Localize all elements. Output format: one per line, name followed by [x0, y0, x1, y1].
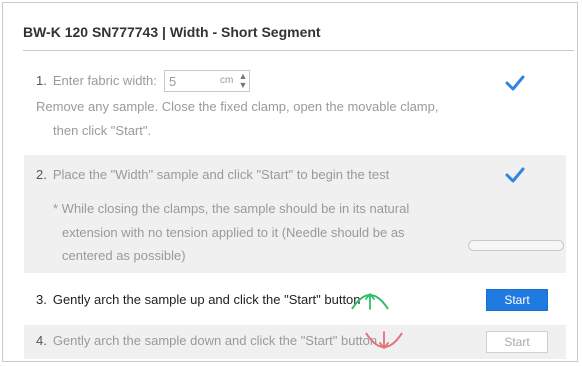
arch-down-icon — [365, 331, 403, 349]
step-number: 1. — [36, 73, 47, 88]
step-1: 1. Enter fabric width: cm ▲ ▼ Remove any … — [24, 65, 566, 147]
start-button-step-3[interactable]: Start — [486, 289, 548, 311]
dialog-window: BW-K 120 SN777743 | Width - Short Segmen… — [2, 2, 578, 362]
step-1-line-1: 1. Enter fabric width: — [36, 71, 157, 91]
check-icon — [505, 75, 525, 91]
step-label: Place the "Width" sample and click "Star… — [52, 167, 390, 182]
step-2-note-3: centered as possible) — [62, 248, 186, 263]
step-1-line-3: then click "Start". — [53, 123, 152, 138]
title-divider — [23, 50, 574, 51]
step-2-line-1: 2. Place the "Width" sample and click "St… — [36, 165, 389, 185]
step-number: 3. — [36, 292, 47, 307]
arch-up-icon — [351, 293, 389, 310]
test-progress-bar — [468, 240, 564, 251]
check-icon — [505, 167, 525, 183]
width-stepper[interactable]: ▲ ▼ — [237, 71, 249, 91]
step-3-line-1: 3. Gently arch the sample up and click th… — [36, 290, 361, 310]
step-1-line-2: Remove any sample. Close the fixed clamp… — [36, 99, 439, 114]
fabric-width-input[interactable]: cm ▲ ▼ — [164, 70, 250, 92]
step-4: 4. Gently arch the sample down and click … — [24, 325, 566, 359]
step-number: 2. — [36, 167, 47, 182]
step-2: 2. Place the "Width" sample and click "St… — [24, 155, 566, 273]
window-title: BW-K 120 SN777743 | Width - Short Segmen… — [23, 24, 321, 40]
step-label: Gently arch the sample up and click the … — [52, 292, 361, 307]
step-label: Enter fabric width: — [52, 73, 157, 88]
step-3: 3. Gently arch the sample up and click th… — [24, 285, 566, 315]
step-number: 4. — [36, 333, 47, 348]
fabric-width-field[interactable] — [169, 73, 213, 89]
step-2-note-1: * While closing the clamps, the sample s… — [53, 201, 410, 216]
step-4-line-1: 4. Gently arch the sample down and click … — [36, 331, 377, 351]
start-button-step-4[interactable]: Start — [486, 331, 548, 353]
unit-label: cm — [220, 75, 234, 86]
step-2-note-2: extension with no tension applied to it … — [62, 225, 405, 240]
stepper-down-icon[interactable]: ▼ — [238, 81, 248, 90]
step-label: Gently arch the sample down and click th… — [52, 333, 378, 348]
